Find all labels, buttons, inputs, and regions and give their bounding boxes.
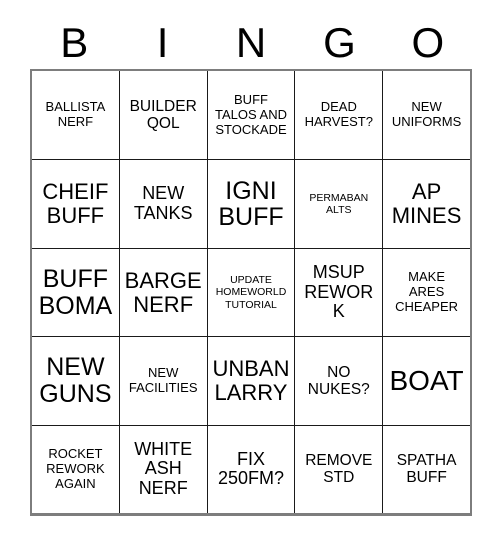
bingo-cell[interactable]: AP MINES xyxy=(382,159,470,248)
bingo-cell[interactable]: NEW UNIFORMS xyxy=(382,71,470,160)
bingo-cell-label: BUILDER QOL xyxy=(129,97,197,133)
bingo-cell-label: WHITE ASH NERF xyxy=(134,438,193,499)
bingo-cell[interactable]: SPATHA BUFF xyxy=(382,424,470,514)
bingo-cell[interactable]: WHITE ASH NERF xyxy=(118,424,207,514)
bingo-cell[interactable]: MAKE ARES CHEAPER xyxy=(382,247,470,337)
bingo-cell-label: CHEIF BUFF xyxy=(42,179,109,229)
bingo-cell[interactable]: BUFF TALOS AND STOCKADE xyxy=(206,71,295,160)
bingo-cell-label: PERMABAN ALTS xyxy=(309,191,369,217)
bingo-cell[interactable]: NEW GUNS xyxy=(32,336,119,425)
bingo-cell-label: REMOVE STD xyxy=(305,451,373,487)
bingo-cell[interactable]: CHEIF BUFF xyxy=(32,159,119,248)
bingo-grid: BALLISTA NERF BUILDER QOL BUFF TALOS AND… xyxy=(30,69,472,516)
bingo-cell-label: ROCKET REWORK AGAIN xyxy=(46,446,105,491)
bingo-cell[interactable]: BOAT xyxy=(382,336,470,425)
bingo-cell-label: NEW FACILITIES xyxy=(128,365,198,395)
bingo-cell[interactable]: ROCKET REWORK AGAIN xyxy=(32,424,119,514)
bingo-cell[interactable]: MSUP REWORK xyxy=(294,247,383,337)
bingo-cell-label: UNBAN LARRY xyxy=(212,356,290,405)
bingo-cell-label: UPDATE HOMEWORLD TUTORIAL xyxy=(215,273,287,311)
bingo-header: B I N G O xyxy=(30,18,472,68)
bingo-cell-label: DEAD HARVEST? xyxy=(304,99,373,130)
bingo-cell-label: BARGE NERF xyxy=(124,267,202,317)
bingo-cell[interactable]: UNBAN LARRY xyxy=(206,336,295,425)
bingo-cell[interactable]: BALLISTA NERF xyxy=(32,71,119,160)
bingo-cell[interactable]: BUILDER QOL xyxy=(118,71,207,160)
bingo-cell[interactable]: NEW TANKS xyxy=(118,159,207,248)
bingo-row: CHEIF BUFF NEW TANKS IGNI BUFF PERMABAN … xyxy=(32,159,470,248)
bingo-cell[interactable]: NEW FACILITIES xyxy=(118,336,207,425)
bingo-header-letter-n: N xyxy=(235,19,267,66)
bingo-cell[interactable]: IGNI BUFF xyxy=(206,159,295,248)
bingo-cell-label: SPATHA BUFF xyxy=(396,451,457,487)
bingo-cell-label: BUFF BOMA xyxy=(38,265,113,320)
bingo-cell[interactable]: BARGE NERF xyxy=(118,247,207,337)
bingo-header-letter-g: G xyxy=(323,19,356,66)
bingo-cell[interactable]: FIX 250FM? xyxy=(206,424,295,514)
bingo-cell-label: AP MINES xyxy=(391,179,462,229)
bingo-row: BUFF BOMA BARGE NERF UPDATE HOMEWORLD TU… xyxy=(32,247,470,337)
bingo-cell-label: MAKE ARES CHEAPER xyxy=(395,269,459,314)
bingo-cell[interactable]: NO NUKES? xyxy=(294,336,383,425)
bingo-card: B I N G O BALLISTA NERF BUILDER QOL BUFF… xyxy=(0,0,500,544)
bingo-cell-label: NO NUKES? xyxy=(307,363,370,398)
bingo-cell-label: BUFF TALOS AND STOCKADE xyxy=(214,91,287,137)
bingo-cell-label: IGNI BUFF xyxy=(218,176,284,232)
bingo-row: NEW GUNS NEW FACILITIES UNBAN LARRY NO N… xyxy=(32,336,470,425)
bingo-header-letter-i: I xyxy=(156,19,169,66)
bingo-cell-label: BALLISTA NERF xyxy=(45,99,106,130)
bingo-header-letter-b: B xyxy=(60,19,89,66)
bingo-cell-label: FIX 250FM? xyxy=(217,448,285,489)
bingo-header-letter-o: O xyxy=(411,19,445,66)
bingo-cell-label: NEW UNIFORMS xyxy=(391,99,462,130)
bingo-cell-label: BOAT xyxy=(389,365,464,397)
bingo-cell[interactable]: REMOVE STD xyxy=(294,424,383,514)
bingo-cell-label: NEW TANKS xyxy=(133,183,193,224)
bingo-cell-label: MSUP REWORK xyxy=(304,261,374,322)
bingo-cell[interactable]: UPDATE HOMEWORLD TUTORIAL xyxy=(206,247,295,337)
bingo-cell-label: NEW GUNS xyxy=(39,353,112,408)
bingo-row: ROCKET REWORK AGAIN WHITE ASH NERF FIX 2… xyxy=(32,424,470,514)
bingo-cell[interactable]: DEAD HARVEST? xyxy=(294,71,383,160)
bingo-row: BALLISTA NERF BUILDER QOL BUFF TALOS AND… xyxy=(32,71,470,160)
bingo-cell[interactable]: PERMABAN ALTS xyxy=(294,159,383,248)
bingo-cell[interactable]: BUFF BOMA xyxy=(32,247,119,337)
